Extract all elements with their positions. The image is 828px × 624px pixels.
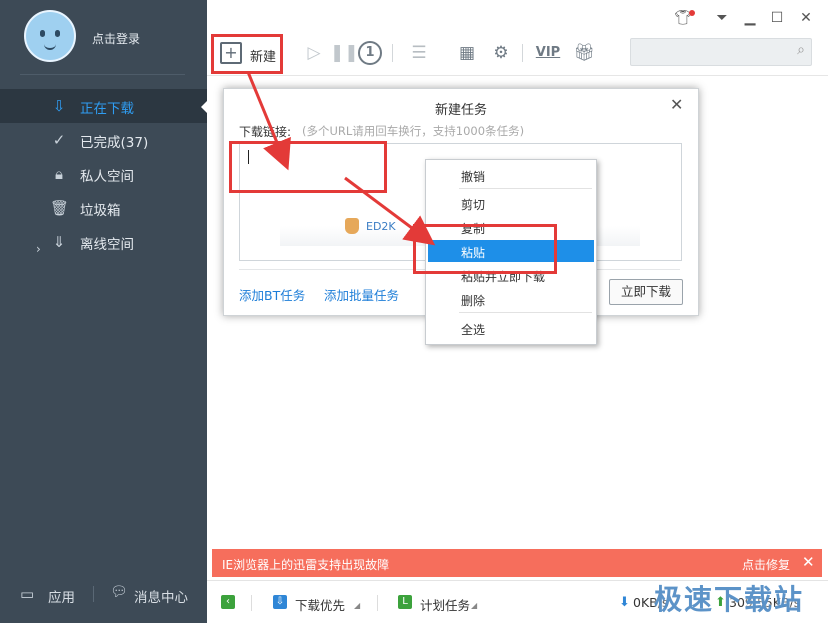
divider <box>377 595 378 611</box>
annotation-arrow <box>344 176 436 246</box>
schedule-icon: L <box>398 595 412 609</box>
collapse-icon[interactable]: ‹ <box>221 595 235 609</box>
download-priority-button[interactable]: 下载优先 <box>295 595 345 614</box>
annotation-arrows <box>246 71 436 246</box>
scheduled-task-button[interactable]: 计划任务 <box>420 595 470 614</box>
banner-text: IE浏览器上的迅雷支持出现故障 <box>222 558 390 572</box>
priority-icon: ⇩ <box>273 595 287 609</box>
close-icon[interactable]: ✕ <box>802 553 815 571</box>
watermark: 极速下载站 <box>654 583 805 616</box>
dropdown-icon[interactable]: ◢ <box>354 601 360 610</box>
error-banner: IE浏览器上的迅雷支持出现故障 点击修复 ✕ <box>212 549 822 577</box>
dropdown-icon[interactable]: ◢ <box>471 601 477 610</box>
divider <box>251 595 252 611</box>
fix-link[interactable]: 点击修复 <box>742 556 790 573</box>
annotation-arrow <box>246 71 291 171</box>
download-speed-icon: ⬇ <box>619 595 630 610</box>
